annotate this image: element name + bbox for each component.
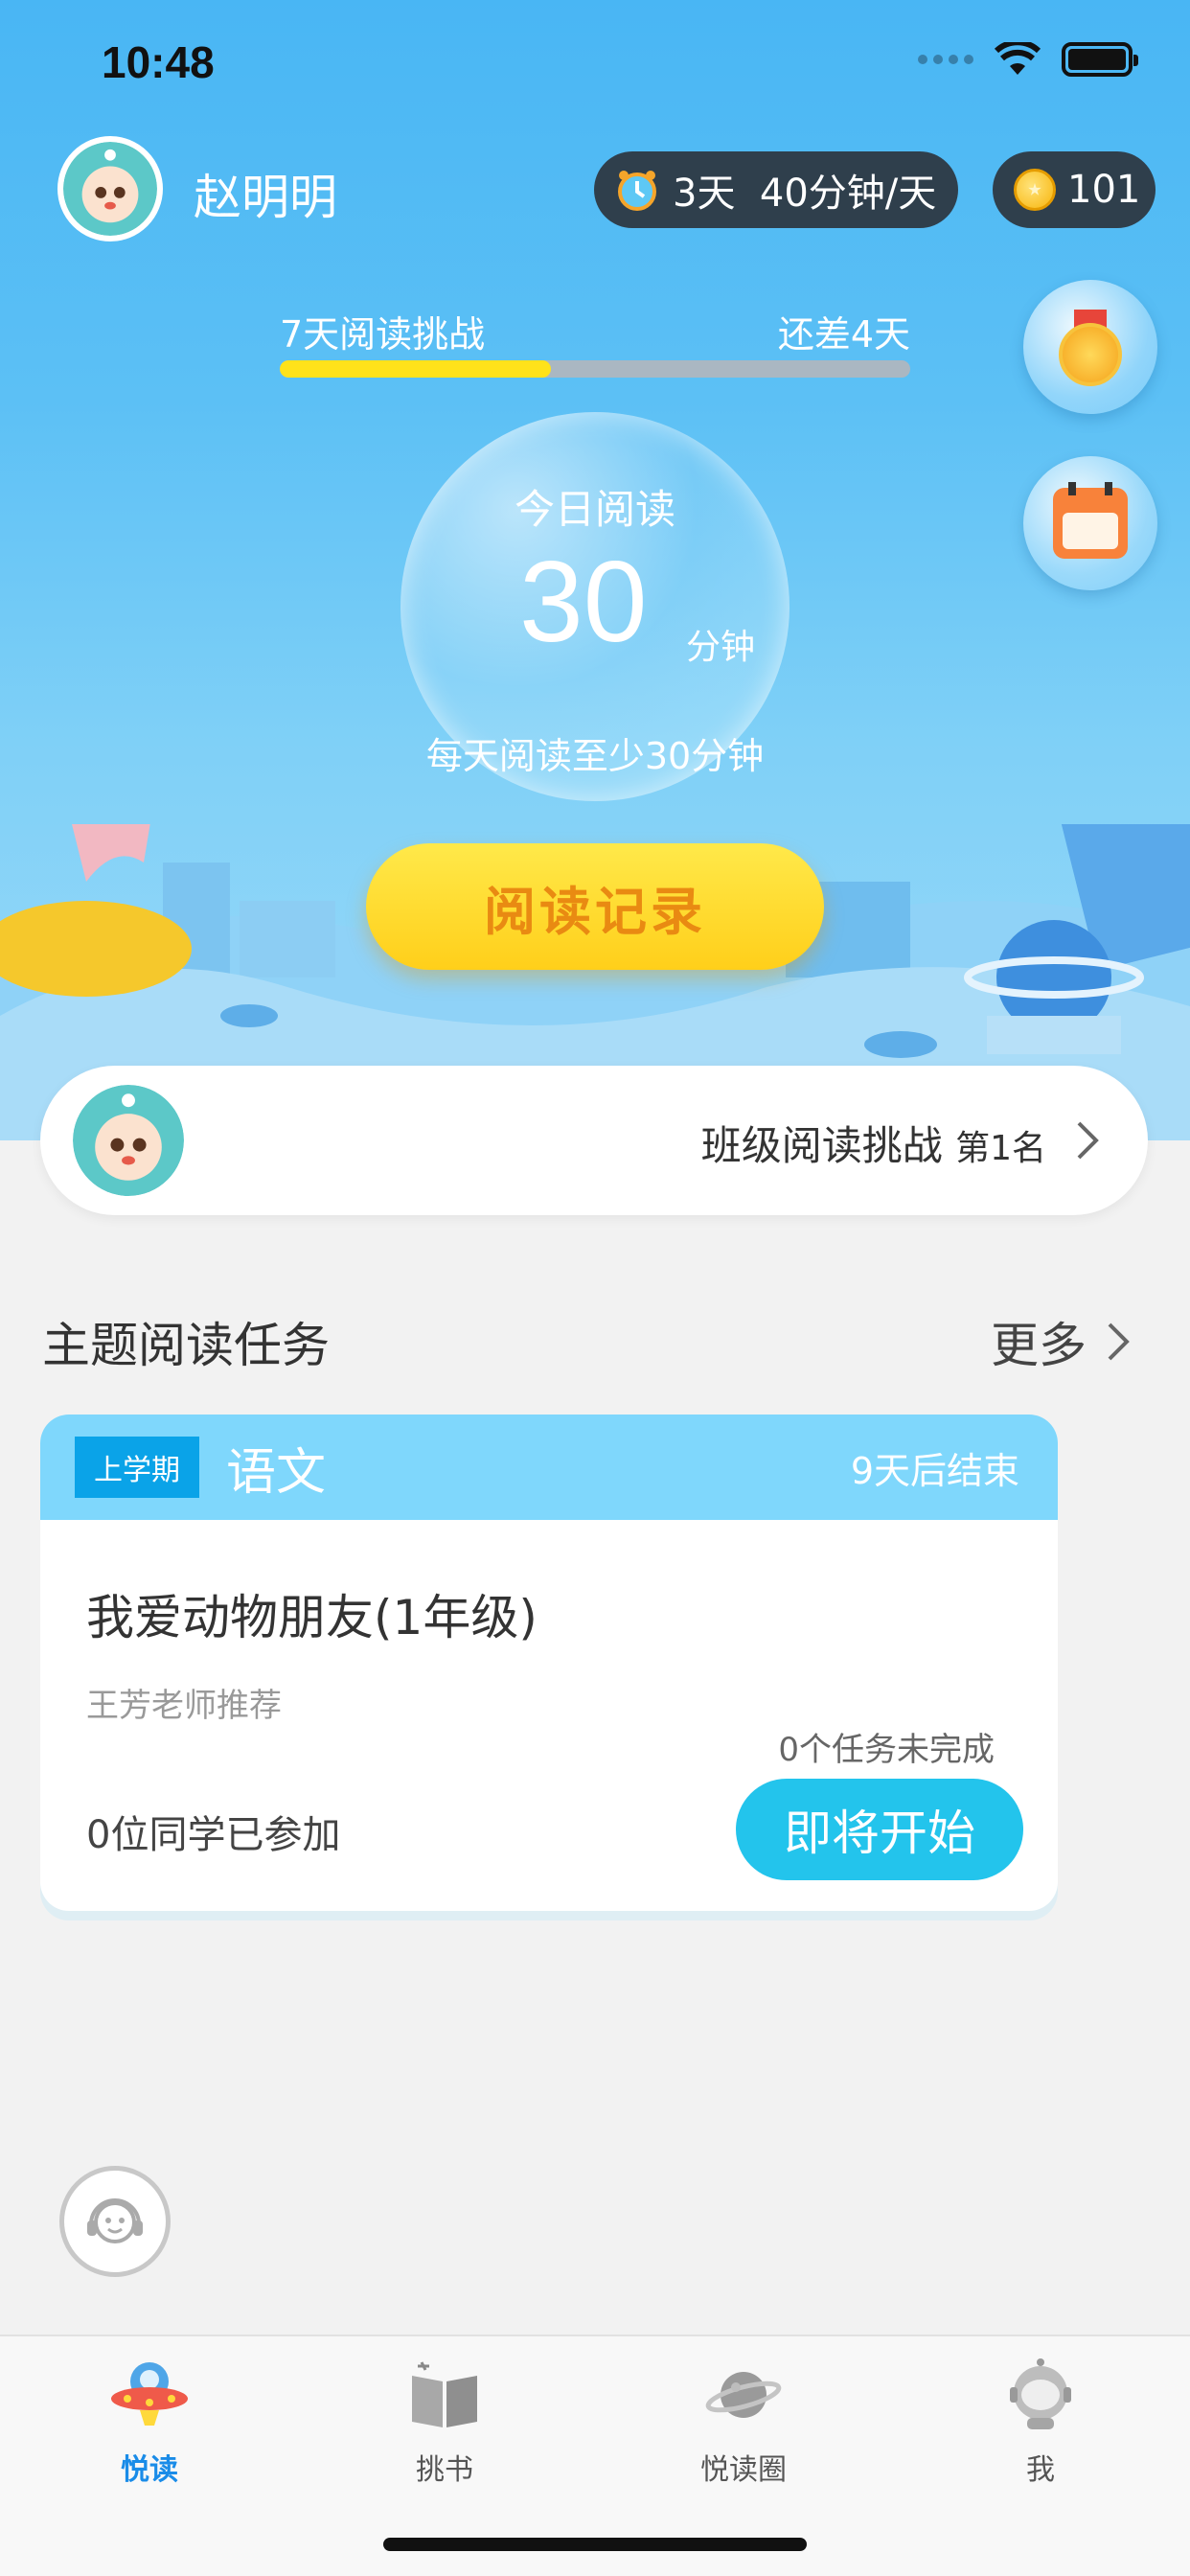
tasks-remaining: 0个任务未完成 (778, 1731, 995, 1769)
coins-count: 101 (1067, 168, 1141, 212)
task-card-header: 上学期 语文 9天后结束 (40, 1414, 1058, 1520)
user-avatar[interactable] (57, 136, 163, 242)
task-card[interactable]: 上学期 语文 9天后结束 我爱动物朋友(1年级) 王芳老师推荐 0个任务未完成 … (40, 1414, 1058, 1911)
today-unit: 分钟 (686, 628, 756, 667)
wifi-icon (995, 42, 1041, 75)
section-title: 主题阅读任务 (42, 1318, 330, 1373)
status-time: 10:48 (102, 37, 215, 87)
challenge-label: 7天阅读挑战 (280, 313, 486, 356)
coin-icon (1014, 169, 1056, 211)
home-indicator (383, 2538, 807, 2551)
challenge-progress-fill (280, 360, 551, 378)
task-recommender: 王芳老师推荐 (86, 1687, 282, 1725)
alarm-clock-icon (618, 171, 656, 211)
tab-me[interactable]: 我 (945, 2354, 1136, 2488)
medal-icon (1057, 310, 1124, 386)
start-soon-button[interactable]: 即将开始 (736, 1779, 1023, 1880)
task-ends: 9天后结束 (850, 1449, 1019, 1492)
more-label: 更多 (991, 1318, 1087, 1373)
challenge-remaining: 还差4天 (777, 313, 910, 356)
streak-badge[interactable]: 3天 40分钟/天 (594, 151, 958, 228)
chevron-right-icon (1108, 1322, 1130, 1361)
today-minutes: 30 (519, 538, 648, 666)
term-tag: 上学期 (75, 1437, 199, 1498)
battery-icon (1062, 42, 1138, 77)
tab-reading-circle[interactable]: 悦读圈 (648, 2354, 839, 2488)
read-record-button[interactable]: 阅读记录 (366, 843, 824, 970)
hero-panel: 10:48 赵明明 3天 40分钟/天 101 7天阅读挑战 还差4天 今日阅读… (0, 0, 1190, 1140)
streak-text: 3天 40分钟/天 (673, 172, 937, 216)
class-rank-text: 班级阅读挑战 第1名 (701, 1114, 1046, 1172)
class-rank-position: 第1名 (955, 1129, 1046, 1168)
ufo-icon (106, 2354, 193, 2436)
rank-avatar (69, 1081, 188, 1200)
planet-icon (700, 2354, 787, 2436)
book-icon (401, 2354, 488, 2436)
tab-pick-books[interactable]: 挑书 (349, 2354, 540, 2488)
signal-icon (918, 55, 973, 64)
headset-icon (87, 2198, 143, 2243)
task-subject: 语文 (226, 1443, 327, 1502)
chevron-right-icon (1077, 1121, 1099, 1160)
daily-goal-text: 每天阅读至少30分钟 (425, 735, 765, 777)
medal-button[interactable] (1023, 280, 1157, 414)
task-title: 我爱动物朋友(1年级) (86, 1590, 538, 1645)
tab-label: 悦读圈 (700, 2453, 787, 2487)
today-label: 今日阅读 (514, 486, 675, 533)
tab-label: 悦读 (121, 2453, 178, 2487)
tab-label: 我 (1026, 2453, 1055, 2487)
challenge-progress-bar (280, 360, 910, 378)
class-rank-label: 班级阅读挑战 (700, 1122, 943, 1169)
coins-badge[interactable]: 101 (993, 151, 1156, 228)
user-name: 赵明明 (194, 170, 337, 225)
tab-label: 挑书 (416, 2453, 473, 2487)
tab-reading[interactable]: 悦读 (54, 2354, 245, 2488)
status-indicators (918, 42, 1138, 77)
more-button[interactable]: 更多 (991, 1307, 1133, 1376)
class-rank-card[interactable]: 班级阅读挑战 第1名 (40, 1066, 1148, 1215)
customer-service-button[interactable] (59, 2166, 171, 2277)
astronaut-icon (997, 2354, 1084, 2436)
joined-count: 0位同学已参加 (86, 1813, 341, 1857)
